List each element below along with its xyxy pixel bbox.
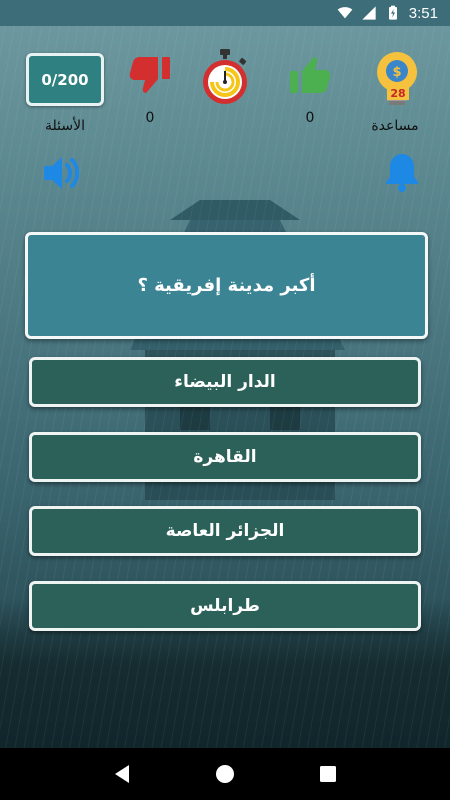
answer-label: طرابلس [190, 596, 260, 616]
help-coins-badge: 28 [387, 87, 409, 100]
bell-icon[interactable] [384, 152, 420, 196]
back-icon[interactable] [110, 762, 134, 786]
thumbs-up-icon [288, 55, 332, 99]
battery-icon [385, 5, 401, 21]
screen: 3:51 0/200 الأسئلة 0 0 $ 28 مساعدة أكبر … [0, 0, 450, 800]
questions-counter-button[interactable]: 0/200 [26, 53, 104, 106]
stopwatch-icon [200, 49, 250, 111]
speaker-icon[interactable] [40, 152, 82, 198]
status-bar: 3:51 [0, 0, 450, 26]
questions-counter-value: 0/200 [41, 70, 89, 89]
question-text: أكبر مدينة إفريقية ؟ [137, 275, 316, 296]
correct-count: 0 [305, 110, 315, 126]
question-box: أكبر مدينة إفريقية ؟ [25, 232, 428, 339]
answer-option-4[interactable]: طرابلس [29, 581, 421, 631]
answer-label: الدار البيضاء [174, 372, 276, 392]
status-time: 3:51 [408, 4, 438, 22]
help-label: مساعدة [371, 118, 419, 134]
questions-label: الأسئلة [45, 118, 85, 134]
lightbulb-coin-icon[interactable]: $ 28 [375, 51, 419, 111]
wifi-icon [337, 5, 353, 21]
answer-option-1[interactable]: الدار البيضاء [29, 357, 421, 407]
thumbs-down-icon [128, 55, 172, 99]
answer-option-3[interactable]: الجزائر العاصة [29, 506, 421, 556]
home-icon[interactable] [213, 762, 237, 786]
answer-label: القاهرة [193, 447, 257, 467]
recents-icon[interactable] [316, 762, 340, 786]
answer-option-2[interactable]: القاهرة [29, 432, 421, 482]
answer-label: الجزائر العاصة [165, 521, 285, 541]
svg-text:$: $ [392, 65, 401, 80]
signal-icon [361, 5, 377, 21]
wrong-count: 0 [145, 110, 155, 126]
navigation-bar [0, 748, 450, 800]
